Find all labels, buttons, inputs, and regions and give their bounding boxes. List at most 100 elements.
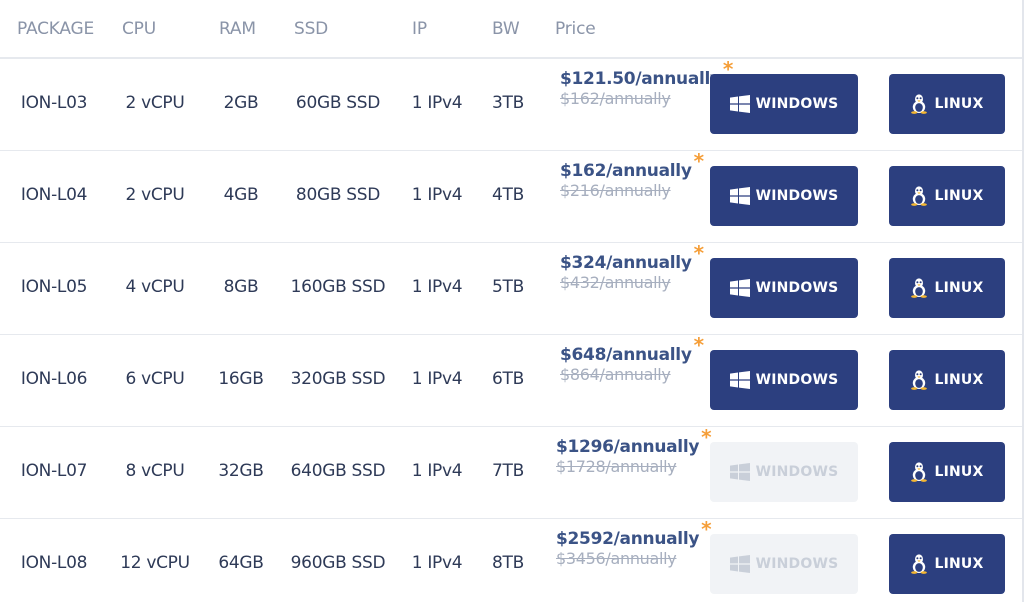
bw-value: 7TB bbox=[492, 461, 524, 481]
table-row: ION-L08 12 vCPU 64GB 960GB SSD 1 IPv4 8T… bbox=[0, 517, 1022, 602]
linux-order-button[interactable]: LINUX bbox=[889, 258, 1005, 318]
header-price: Price bbox=[555, 19, 596, 39]
linux-tux-icon bbox=[910, 554, 928, 574]
ssd-value: 60GB SSD bbox=[295, 93, 381, 113]
windows-logo-icon bbox=[729, 463, 750, 481]
original-price: $432/annually bbox=[560, 273, 671, 292]
package-name: ION-L07 bbox=[20, 461, 88, 481]
linux-button-label: LINUX bbox=[934, 188, 984, 204]
table-row: ION-L05 4 vCPU 8GB 160GB SSD 1 IPv4 5TB … bbox=[0, 241, 1022, 335]
ssd-value: 320GB SSD bbox=[290, 369, 386, 389]
current-price: $1296/annually bbox=[556, 437, 700, 457]
windows-logo-icon bbox=[729, 279, 750, 297]
price-block: $2592/annually * $3456/annually bbox=[556, 517, 712, 568]
bw-value: 8TB bbox=[492, 553, 524, 573]
current-price: $121.50/annually bbox=[560, 69, 721, 89]
table-row: ION-L03 2 vCPU 2GB 60GB SSD 1 IPv4 3TB $… bbox=[0, 57, 1022, 151]
bw-value: 4TB bbox=[492, 185, 524, 205]
bw-value: 3TB bbox=[492, 93, 524, 113]
bw-value: 6TB bbox=[492, 369, 524, 389]
linux-order-button[interactable]: LINUX bbox=[889, 442, 1005, 502]
table-row: ION-L06 6 vCPU 16GB 320GB SSD 1 IPv4 6TB… bbox=[0, 333, 1022, 427]
ram-value: 4GB bbox=[223, 185, 259, 205]
ram-value: 32GB bbox=[218, 461, 264, 481]
header-cpu: CPU bbox=[122, 19, 156, 39]
package-name: ION-L04 bbox=[20, 185, 88, 205]
linux-tux-icon bbox=[910, 94, 928, 114]
package-name: ION-L08 bbox=[20, 553, 88, 573]
windows-button-label: WINDOWS bbox=[755, 96, 839, 112]
pricing-table: PACKAGE CPU RAM SSD IP BW Price ION-L03 … bbox=[0, 0, 1024, 602]
package-name: ION-L03 bbox=[20, 93, 88, 113]
price-block: $324/annually * $432/annually bbox=[560, 241, 704, 292]
ssd-value: 640GB SSD bbox=[290, 461, 386, 481]
linux-order-button[interactable]: LINUX bbox=[889, 74, 1005, 134]
table-header: PACKAGE CPU RAM SSD IP BW Price bbox=[0, 0, 1022, 59]
ram-value: 16GB bbox=[218, 369, 264, 389]
ssd-value: 80GB SSD bbox=[295, 185, 381, 205]
linux-tux-icon bbox=[910, 186, 928, 206]
linux-button-label: LINUX bbox=[934, 556, 984, 572]
cpu-value: 2 vCPU bbox=[125, 93, 185, 113]
price-block: $162/annually * $216/annually bbox=[560, 149, 704, 200]
original-price: $3456/annually bbox=[556, 549, 677, 568]
linux-button-label: LINUX bbox=[934, 372, 984, 388]
windows-order-button[interactable]: WINDOWS bbox=[710, 166, 858, 226]
windows-order-button[interactable]: WINDOWS bbox=[710, 258, 858, 318]
cpu-value: 12 vCPU bbox=[120, 553, 190, 573]
current-price: $324/annually bbox=[560, 253, 692, 273]
linux-order-button[interactable]: LINUX bbox=[889, 534, 1005, 594]
windows-button-label: WINDOWS bbox=[755, 280, 839, 296]
windows-button-label: WINDOWS bbox=[755, 556, 839, 572]
header-package: PACKAGE bbox=[17, 19, 95, 39]
windows-order-button-disabled: WINDOWS bbox=[710, 534, 858, 594]
package-name: ION-L05 bbox=[20, 277, 88, 297]
package-name: ION-L06 bbox=[20, 369, 88, 389]
windows-logo-icon bbox=[729, 95, 750, 113]
cpu-value: 2 vCPU bbox=[125, 185, 185, 205]
ssd-value: 960GB SSD bbox=[290, 553, 386, 573]
original-price: $216/annually bbox=[560, 181, 671, 200]
windows-order-button-disabled: WINDOWS bbox=[710, 442, 858, 502]
ram-value: 2GB bbox=[223, 93, 259, 113]
original-price: $864/annually bbox=[560, 365, 671, 384]
linux-button-label: LINUX bbox=[934, 280, 984, 296]
ssd-value: 160GB SSD bbox=[290, 277, 386, 297]
price-block: $1296/annually * $1728/annually bbox=[556, 425, 712, 476]
current-price: $648/annually bbox=[560, 345, 692, 365]
linux-order-button[interactable]: LINUX bbox=[889, 350, 1005, 410]
table-row: ION-L07 8 vCPU 32GB 640GB SSD 1 IPv4 7TB… bbox=[0, 425, 1022, 519]
windows-logo-icon bbox=[729, 371, 750, 389]
windows-button-label: WINDOWS bbox=[755, 188, 839, 204]
price-block: $121.50/annually * $162/annually bbox=[560, 57, 733, 108]
ip-value: 1 IPv4 bbox=[411, 553, 463, 573]
discount-star: * bbox=[693, 241, 705, 265]
ip-value: 1 IPv4 bbox=[411, 461, 463, 481]
linux-button-label: LINUX bbox=[934, 464, 984, 480]
header-ssd: SSD bbox=[294, 19, 329, 39]
cpu-value: 8 vCPU bbox=[125, 461, 185, 481]
linux-tux-icon bbox=[910, 462, 928, 482]
header-ip: IP bbox=[412, 19, 427, 39]
ip-value: 1 IPv4 bbox=[411, 369, 463, 389]
original-price: $162/annually bbox=[560, 89, 671, 108]
windows-order-button[interactable]: WINDOWS bbox=[710, 74, 858, 134]
table-row: ION-L04 2 vCPU 4GB 80GB SSD 1 IPv4 4TB $… bbox=[0, 149, 1022, 243]
current-price: $2592/annually bbox=[556, 529, 700, 549]
linux-tux-icon bbox=[910, 278, 928, 298]
cpu-value: 4 vCPU bbox=[125, 277, 185, 297]
windows-order-button[interactable]: WINDOWS bbox=[710, 350, 858, 410]
linux-tux-icon bbox=[910, 370, 928, 390]
header-bw: BW bbox=[492, 19, 520, 39]
ram-value: 64GB bbox=[218, 553, 264, 573]
ip-value: 1 IPv4 bbox=[411, 93, 463, 113]
windows-button-label: WINDOWS bbox=[755, 464, 839, 480]
discount-star: * bbox=[693, 149, 705, 173]
bw-value: 5TB bbox=[492, 277, 524, 297]
header-ram: RAM bbox=[219, 19, 256, 39]
ip-value: 1 IPv4 bbox=[411, 185, 463, 205]
windows-button-label: WINDOWS bbox=[755, 372, 839, 388]
linux-order-button[interactable]: LINUX bbox=[889, 166, 1005, 226]
ip-value: 1 IPv4 bbox=[411, 277, 463, 297]
windows-logo-icon bbox=[729, 187, 750, 205]
